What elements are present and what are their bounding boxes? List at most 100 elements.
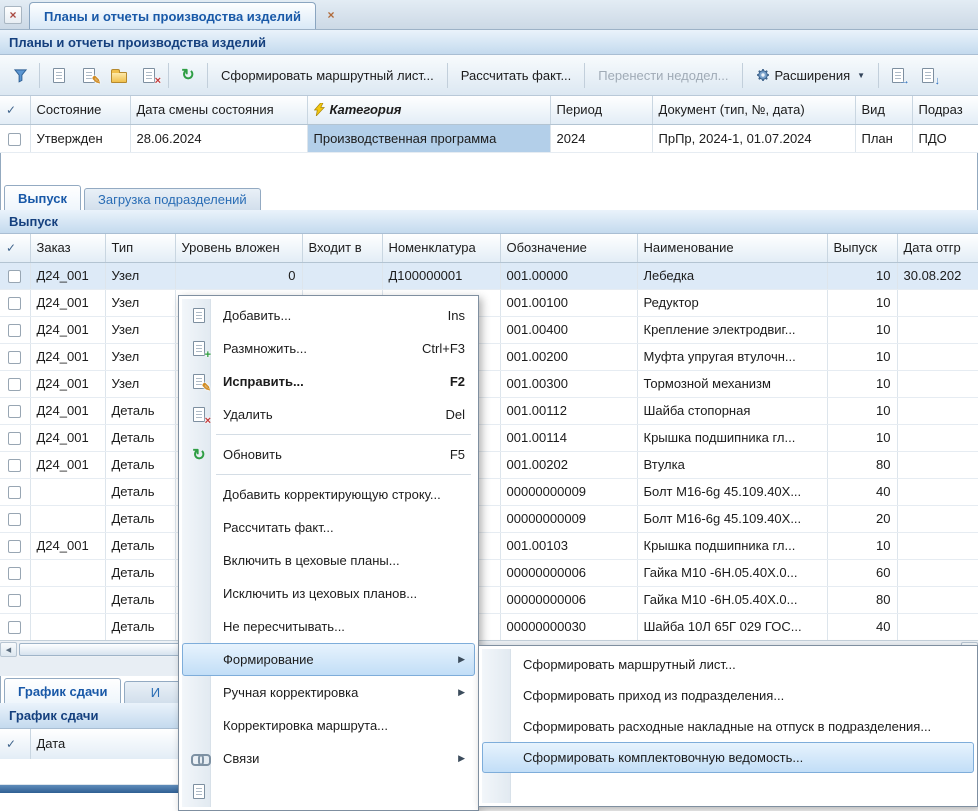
table-row[interactable]: Д24_001Узел001.00200Муфта упругая втулоч… [0, 343, 978, 370]
close-tab-button[interactable]: × [323, 7, 339, 23]
menu-item[interactable]: ×УдалитьDel [182, 398, 475, 431]
column-header-order[interactable]: Заказ [30, 234, 105, 262]
tab-plans-reports[interactable]: Планы и отчеты производства изделий [29, 2, 316, 29]
column-header-output-qty[interactable]: Выпуск [827, 234, 897, 262]
import-document-button[interactable]: ↓ [913, 61, 943, 89]
column-header-document[interactable]: Документ (тип, №, дата) [652, 96, 855, 124]
menu-item[interactable]: +Размножить...Ctrl+F3 [182, 332, 475, 365]
table-row[interactable]: Д24_001Узел0Д100000001001.00000Лебедка10… [0, 262, 978, 289]
submenu-item[interactable]: Сформировать приход из подразделения... [482, 680, 974, 711]
route-sheet-button[interactable]: Сформировать маршрутный лист... [212, 61, 443, 89]
column-header-nesting-level[interactable]: Уровень вложен [175, 234, 302, 262]
column-header-period[interactable]: Период [550, 96, 652, 124]
table-row[interactable]: Д24_001Деталь001.00114Крышка подшипника … [0, 424, 978, 451]
table-row[interactable]: Д24_001Узел001.00100Редуктор10 [0, 289, 978, 316]
order-cell [30, 478, 105, 505]
menu-item[interactable]: Включить в цеховые планы... [182, 544, 475, 577]
column-header-name[interactable]: Наименование [637, 234, 827, 262]
submenu-item[interactable] [482, 773, 974, 804]
row-checkbox[interactable] [8, 621, 21, 634]
page-new-icon [49, 66, 69, 84]
menu-item[interactable]: Связи▶ [182, 742, 475, 775]
column-header-type[interactable]: Тип [105, 234, 175, 262]
type-cell: Деталь [105, 505, 175, 532]
menu-item[interactable]: Корректировка маршрута... [182, 709, 475, 742]
menu-item[interactable]: ✎Исправить...F2 [182, 365, 475, 398]
tab-delivery-schedule[interactable]: График сдачи [4, 678, 121, 703]
designation-cell: 001.00202 [500, 451, 637, 478]
column-header-department[interactable]: Подраз [912, 96, 978, 124]
add-document-button[interactable] [44, 61, 74, 89]
filter-button[interactable] [5, 61, 35, 89]
row-checkbox[interactable] [8, 540, 21, 553]
row-checkbox[interactable] [8, 378, 21, 391]
select-all-header[interactable]: ✓ [0, 234, 30, 262]
row-checkbox[interactable] [8, 594, 21, 607]
table-row[interactable]: Деталь00000000006Гайка М10 -6Н.05.40Х.0.… [0, 559, 978, 586]
close-panel-button[interactable]: × [4, 6, 22, 24]
row-checkbox[interactable] [8, 270, 21, 283]
table-row[interactable]: Д24_001Деталь001.00202Втулка80 [0, 451, 978, 478]
row-checkbox[interactable] [8, 432, 21, 445]
edit-document-button[interactable]: ✎ [74, 61, 104, 89]
carry-unfinished-button[interactable]: Перенести недодел... [589, 61, 737, 89]
menu-item[interactable]: Добавить корректирующую строку... [182, 478, 475, 511]
table-row[interactable]: Д24_001Узел001.00400Крепление электродви… [0, 316, 978, 343]
row-checkbox[interactable] [8, 351, 21, 364]
menu-item[interactable] [182, 775, 475, 808]
row-checkbox[interactable] [8, 133, 21, 146]
menu-item[interactable]: Не пересчитывать... [182, 610, 475, 643]
menu-item[interactable]: Ручная корректировка▶ [182, 676, 475, 709]
extensions-button[interactable]: Расширения ▼ [747, 61, 875, 89]
row-checkbox[interactable] [8, 405, 21, 418]
tab-load-departments[interactable]: Загрузка подразделений [84, 188, 261, 210]
table-row[interactable]: Деталь00000000009Болт М16-6g 45.109.40Х.… [0, 478, 978, 505]
submenu-item[interactable]: Сформировать маршрутный лист... [482, 649, 974, 680]
column-header-state-date[interactable]: Дата смены состояния [130, 96, 307, 124]
menu-item[interactable]: Формирование▶ [182, 643, 475, 676]
column-header-ship-date[interactable]: Дата отгр [897, 234, 978, 262]
name-cell: Шайба 10Л 65Г 029 ГОС... [637, 613, 827, 640]
row-checkbox[interactable] [8, 297, 21, 310]
tab-output[interactable]: Выпуск [4, 185, 81, 210]
refresh-button[interactable]: ↻ [173, 61, 203, 89]
menu-item[interactable]: Исключить из цеховых планов... [182, 577, 475, 610]
table-row[interactable]: Деталь00000000009Болт М16-6g 45.109.40Х.… [0, 505, 978, 532]
column-header-parent[interactable]: Входит в [302, 234, 382, 262]
submenu-item-label: Сформировать маршрутный лист... [523, 657, 736, 672]
menu-item[interactable]: ↻ОбновитьF5 [182, 438, 475, 471]
delete-document-button[interactable]: × [134, 61, 164, 89]
row-checkbox[interactable] [8, 324, 21, 337]
extensions-label: Расширения [775, 68, 851, 83]
table-row[interactable]: Д24_001Деталь001.00112Шайба стопорная10 [0, 397, 978, 424]
submenu-arrow-icon: ▶ [438, 654, 465, 665]
row-checkbox[interactable] [8, 459, 21, 472]
table-row[interactable]: Деталь00000000030Шайба 10Л 65Г 029 ГОС..… [0, 613, 978, 640]
scroll-left-button[interactable]: ◀ [0, 642, 17, 657]
page-shape [193, 341, 205, 356]
submenu-item[interactable]: Сформировать комплектовочную ведомость..… [482, 742, 974, 773]
menu-item[interactable]: Добавить...Ins [182, 299, 475, 332]
select-all-header[interactable]: ✓ [0, 729, 30, 759]
column-header-date[interactable]: Дата [30, 729, 180, 759]
export-document-button[interactable]: → [883, 61, 913, 89]
column-header-nomenclature[interactable]: Номенклатура [382, 234, 500, 262]
menu-item[interactable]: Рассчитать факт... [182, 511, 475, 544]
edit-badge-icon: ✎ [92, 76, 101, 87]
table-row[interactable]: Д24_001Узел001.00300Тормозной механизм10 [0, 370, 978, 397]
table-row[interactable]: Утвержден 28.06.2024 Производственная пр… [0, 124, 978, 152]
column-header-kind[interactable]: Вид [855, 96, 912, 124]
submenu-item[interactable]: Сформировать расходные накладные на отпу… [482, 711, 974, 742]
table-row[interactable]: Деталь00000000006Гайка М10 -6Н.05.40Х.0.… [0, 586, 978, 613]
row-checkbox[interactable] [8, 513, 21, 526]
check-icon: ✓ [6, 737, 16, 751]
column-header-state[interactable]: Состояние [30, 96, 130, 124]
column-header-category[interactable]: Категория [307, 96, 550, 124]
calc-fact-button[interactable]: Рассчитать факт... [452, 61, 581, 89]
column-header-designation[interactable]: Обозначение [500, 234, 637, 262]
select-all-header[interactable]: ✓ [0, 96, 30, 124]
row-checkbox[interactable] [8, 567, 21, 580]
table-row[interactable]: Д24_001Деталь001.00103Крышка подшипника … [0, 532, 978, 559]
row-checkbox[interactable] [8, 486, 21, 499]
open-folder-button[interactable] [104, 61, 134, 89]
